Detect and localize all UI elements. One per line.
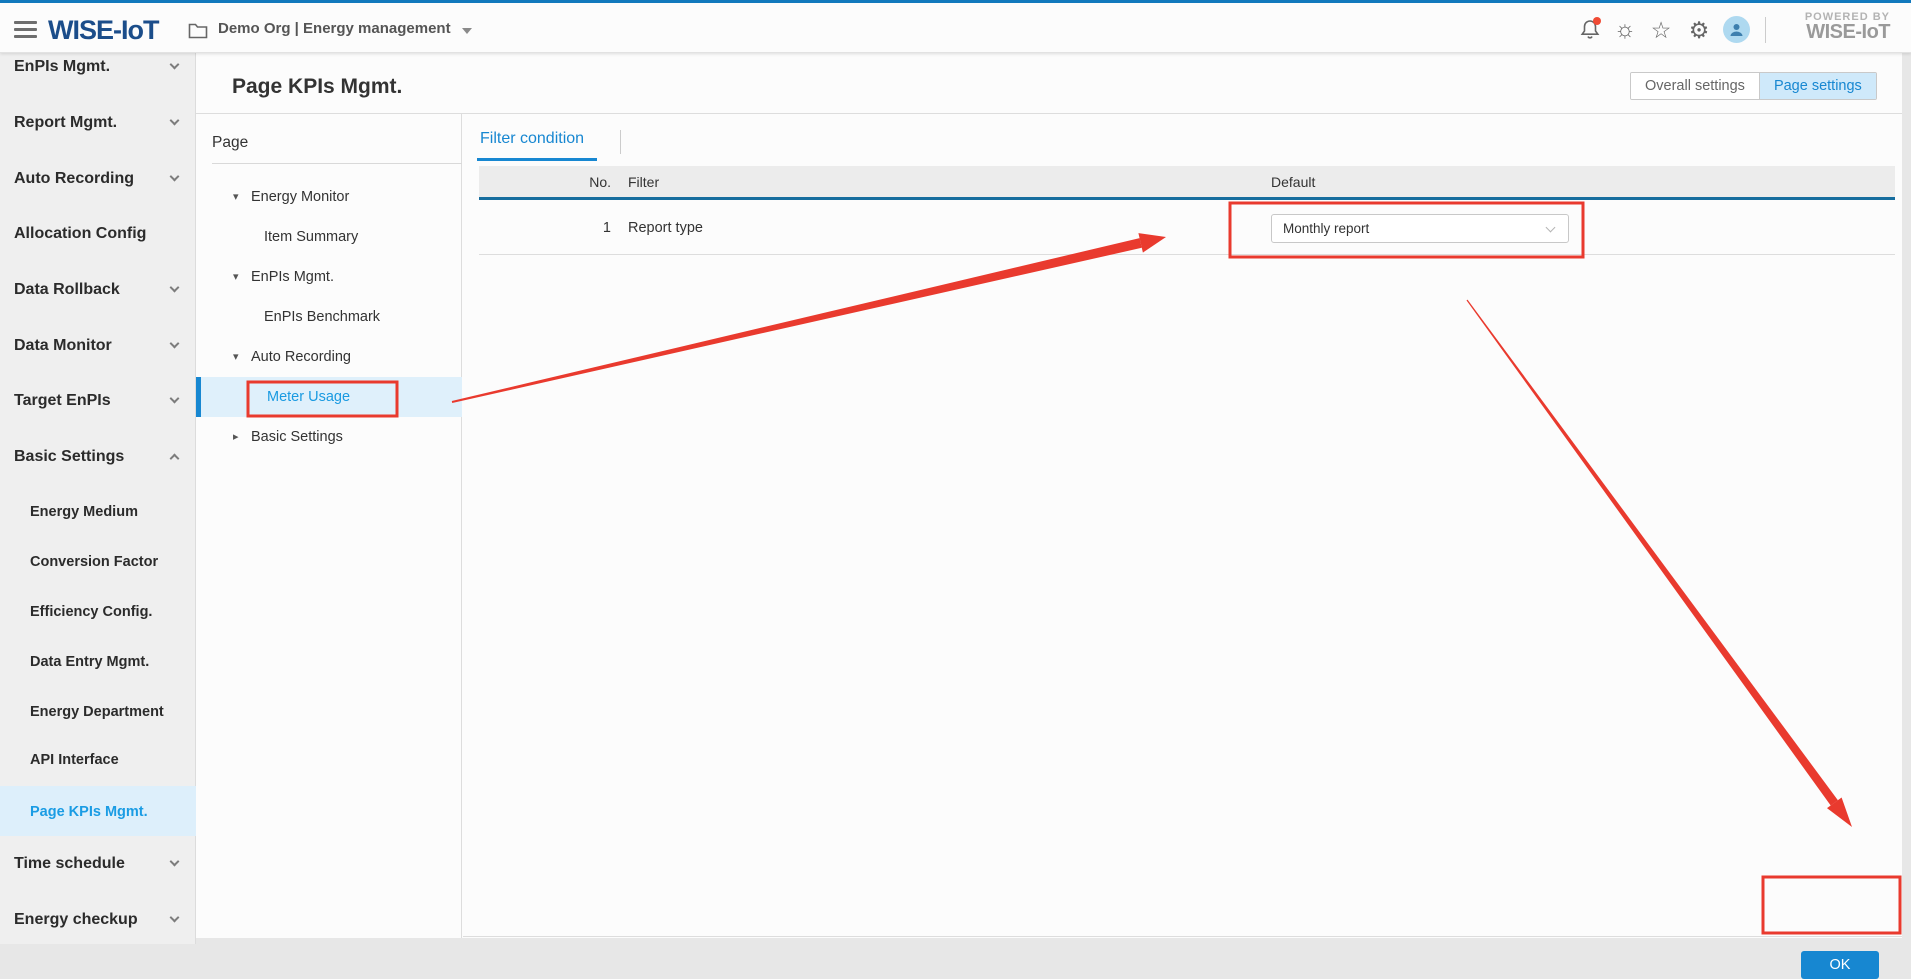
tab-separator (620, 130, 621, 154)
brightness-sun-icon[interactable]: ☼ (1612, 17, 1638, 43)
org-folder-icon (188, 21, 208, 44)
org-selector[interactable]: Demo Org | Energy management (218, 20, 451, 37)
chevron-down-icon (170, 394, 180, 404)
sidebar-item-page-kpis-mgmt[interactable]: Page KPIs Mgmt. (0, 800, 196, 824)
sidebar-item-data-rollback[interactable]: Data Rollback (0, 278, 196, 302)
app-logo: WISE-IoT (48, 15, 158, 46)
sidebar-item-time-schedule[interactable]: Time schedule (0, 852, 196, 876)
page-tree-panel: Page ▾Energy Monitor Item Summary ▾EnPIs… (196, 114, 462, 938)
sidebar-item-conversion-factor[interactable]: Conversion Factor (0, 550, 196, 574)
powered-by-block: POWERED BY WISE-IoT (1782, 11, 1890, 44)
page-settings-button[interactable]: Page settings (1760, 73, 1876, 99)
topbar: WISE-IoT Demo Org | Energy management ☼ … (0, 0, 1911, 53)
sidebar-item-energy-department[interactable]: Energy Department (0, 700, 196, 724)
user-avatar[interactable] (1723, 16, 1750, 43)
chevron-down-icon (170, 116, 180, 126)
sidebar-item-api-interface[interactable]: API Interface (0, 748, 196, 772)
caret-expanded-icon[interactable]: ▾ (233, 177, 239, 217)
sidebar-item-data-entry-mgmt[interactable]: Data Entry Mgmt. (0, 650, 196, 674)
chevron-down-icon (170, 913, 180, 923)
caret-expanded-icon[interactable]: ▾ (233, 337, 239, 377)
filter-table-header: No. Filter Default (479, 166, 1895, 200)
column-default: Default (1271, 166, 1315, 199)
overall-settings-button[interactable]: Overall settings (1631, 73, 1760, 99)
tree-node-enpis-mgmt[interactable]: ▾EnPIs Mgmt. (196, 257, 462, 297)
chevron-up-icon (170, 454, 180, 464)
settings-toggle-group: Overall settings Page settings (1630, 72, 1877, 100)
sidebar-item-target-enpis[interactable]: Target EnPIs (0, 389, 196, 413)
favorite-star-icon[interactable]: ☆ (1648, 17, 1674, 43)
powered-by-brand: WISE-IoT (1782, 21, 1890, 44)
tab-filter-condition[interactable]: Filter condition (480, 130, 584, 148)
caret-expanded-icon[interactable]: ▾ (233, 257, 239, 297)
sidebar-item-report-mgmt[interactable]: Report Mgmt. (0, 111, 196, 135)
row-filter-name: Report type (628, 203, 703, 254)
chevron-down-icon (170, 339, 180, 349)
chevron-down-icon (170, 283, 180, 293)
column-filter: Filter (628, 166, 659, 199)
settings-gear-icon[interactable]: ⚙ (1686, 17, 1712, 43)
tree-node-item-summary[interactable]: Item Summary (196, 217, 462, 257)
tree-node-meter-usage[interactable]: Meter Usage (196, 377, 462, 417)
sidebar-item-auto-recording[interactable]: Auto Recording (0, 167, 196, 191)
sidebar-item-data-monitor[interactable]: Data Monitor (0, 334, 196, 358)
hamburger-menu-icon[interactable] (14, 21, 37, 38)
caret-collapsed-icon[interactable]: ▸ (233, 417, 239, 457)
chevron-down-icon (1546, 223, 1556, 233)
footer-divider (463, 936, 1902, 937)
dropdown-selected-value: Monthly report (1283, 221, 1369, 236)
table-row: 1 Report type Monthly report (479, 203, 1895, 255)
notification-bell-icon[interactable] (1577, 17, 1603, 43)
ok-button[interactable]: OK (1801, 951, 1879, 979)
sidebar-item-energy-checkup[interactable]: Energy checkup (0, 908, 196, 932)
chevron-down-icon (170, 857, 180, 867)
sidebar-item-basic-settings[interactable]: Basic Settings (0, 445, 196, 469)
tree-panel-title: Page (212, 134, 248, 152)
notification-badge (1593, 17, 1601, 25)
sidebar-item-enpis-mgmt[interactable]: EnPIs Mgmt. (0, 55, 196, 79)
page-title: Page KPIs Mgmt. (232, 75, 402, 99)
chevron-down-icon (170, 172, 180, 182)
chevron-down-icon (462, 28, 472, 34)
default-value-dropdown[interactable]: Monthly report (1271, 214, 1569, 243)
sidebar-item-allocation-config[interactable]: Allocation Config (0, 222, 196, 246)
sidebar-nav: EnPIs Mgmt. Report Mgmt. Auto Recording … (0, 53, 196, 944)
sidebar-item-efficiency-config[interactable]: Efficiency Config. (0, 600, 196, 624)
filter-panel: Filter condition No. Filter Default 1 Re… (463, 114, 1902, 938)
tree-node-auto-recording[interactable]: ▾Auto Recording (196, 337, 462, 377)
tree-node-enpis-benchmark[interactable]: EnPIs Benchmark (196, 297, 462, 337)
chevron-down-icon (170, 60, 180, 70)
tree-node-energy-monitor[interactable]: ▾Energy Monitor (196, 177, 462, 217)
tree-node-basic-settings[interactable]: ▸Basic Settings (196, 417, 462, 457)
sidebar-item-energy-medium[interactable]: Energy Medium (0, 500, 196, 524)
active-tab-underline (477, 158, 597, 161)
column-no: No. (519, 166, 611, 199)
tree-panel-title-divider (212, 163, 462, 164)
main-content: Page KPIs Mgmt. Overall settings Page se… (196, 53, 1902, 938)
topbar-divider (1765, 17, 1766, 43)
row-number: 1 (519, 203, 611, 254)
